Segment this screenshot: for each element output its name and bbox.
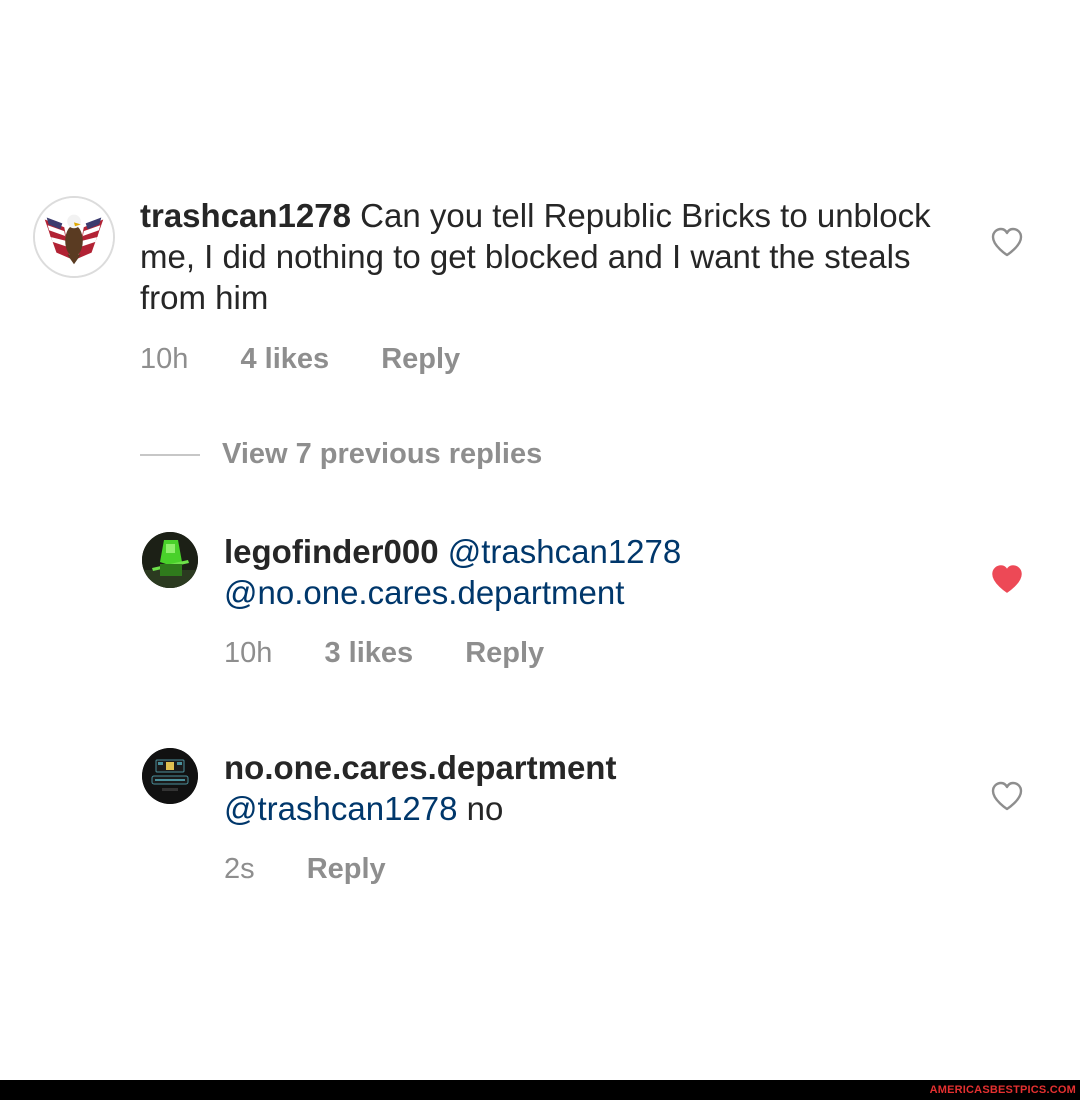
lego-figure-avatar-icon [142,532,198,588]
comment-time: 10h [140,343,189,375]
mention-link[interactable]: @trashcan1278 [224,790,457,827]
mention-link[interactable]: @trashcan1278 [448,533,681,570]
reply-button[interactable]: Reply [381,342,460,376]
comment-username[interactable]: legofinder000 [224,533,439,570]
comment-text: trashcan1278 Can you tell Republic Brick… [140,195,940,318]
comment-meta: 2s Reply [224,852,386,886]
divider-line [140,454,200,456]
reply-button[interactable]: Reply [307,852,386,886]
like-button[interactable] [990,780,1024,812]
comment-username[interactable]: no.one.cares.department [224,749,616,786]
watermark: AMERICASBESTPICS.COM [929,1084,1076,1096]
heart-outline-icon [991,227,1023,257]
avatar[interactable] [142,532,198,588]
comment-text: legofinder000 @trashcan1278 @no.one.care… [224,531,824,613]
heart-filled-icon [992,565,1022,593]
comment-meta: 10h 4 likes Reply [140,342,460,376]
comment-time: 2s [224,853,255,885]
mention-link[interactable]: @no.one.cares.department [224,574,624,611]
comment-body: no [466,790,504,827]
like-button[interactable] [990,563,1024,595]
reply-button[interactable]: Reply [465,636,544,670]
comment-username[interactable]: trashcan1278 [140,197,351,234]
footer-bar: AMERICASBESTPICS.COM [0,1080,1080,1100]
department-logo-avatar-icon [142,748,198,804]
view-replies-label[interactable]: View 7 previous replies [222,436,542,472]
comment-likes[interactable]: 3 likes [324,636,413,670]
avatar[interactable] [142,748,198,804]
heart-outline-icon [991,781,1023,811]
comment-time: 10h [224,637,273,669]
comment-text: no.one.cares.department @trashcan1278 no [224,747,824,829]
comment-meta: 10h 3 likes Reply [224,636,544,670]
eagle-flag-avatar-icon [35,198,113,276]
like-button[interactable] [990,226,1024,258]
comment-likes[interactable]: 4 likes [240,342,329,376]
avatar[interactable] [33,196,115,278]
